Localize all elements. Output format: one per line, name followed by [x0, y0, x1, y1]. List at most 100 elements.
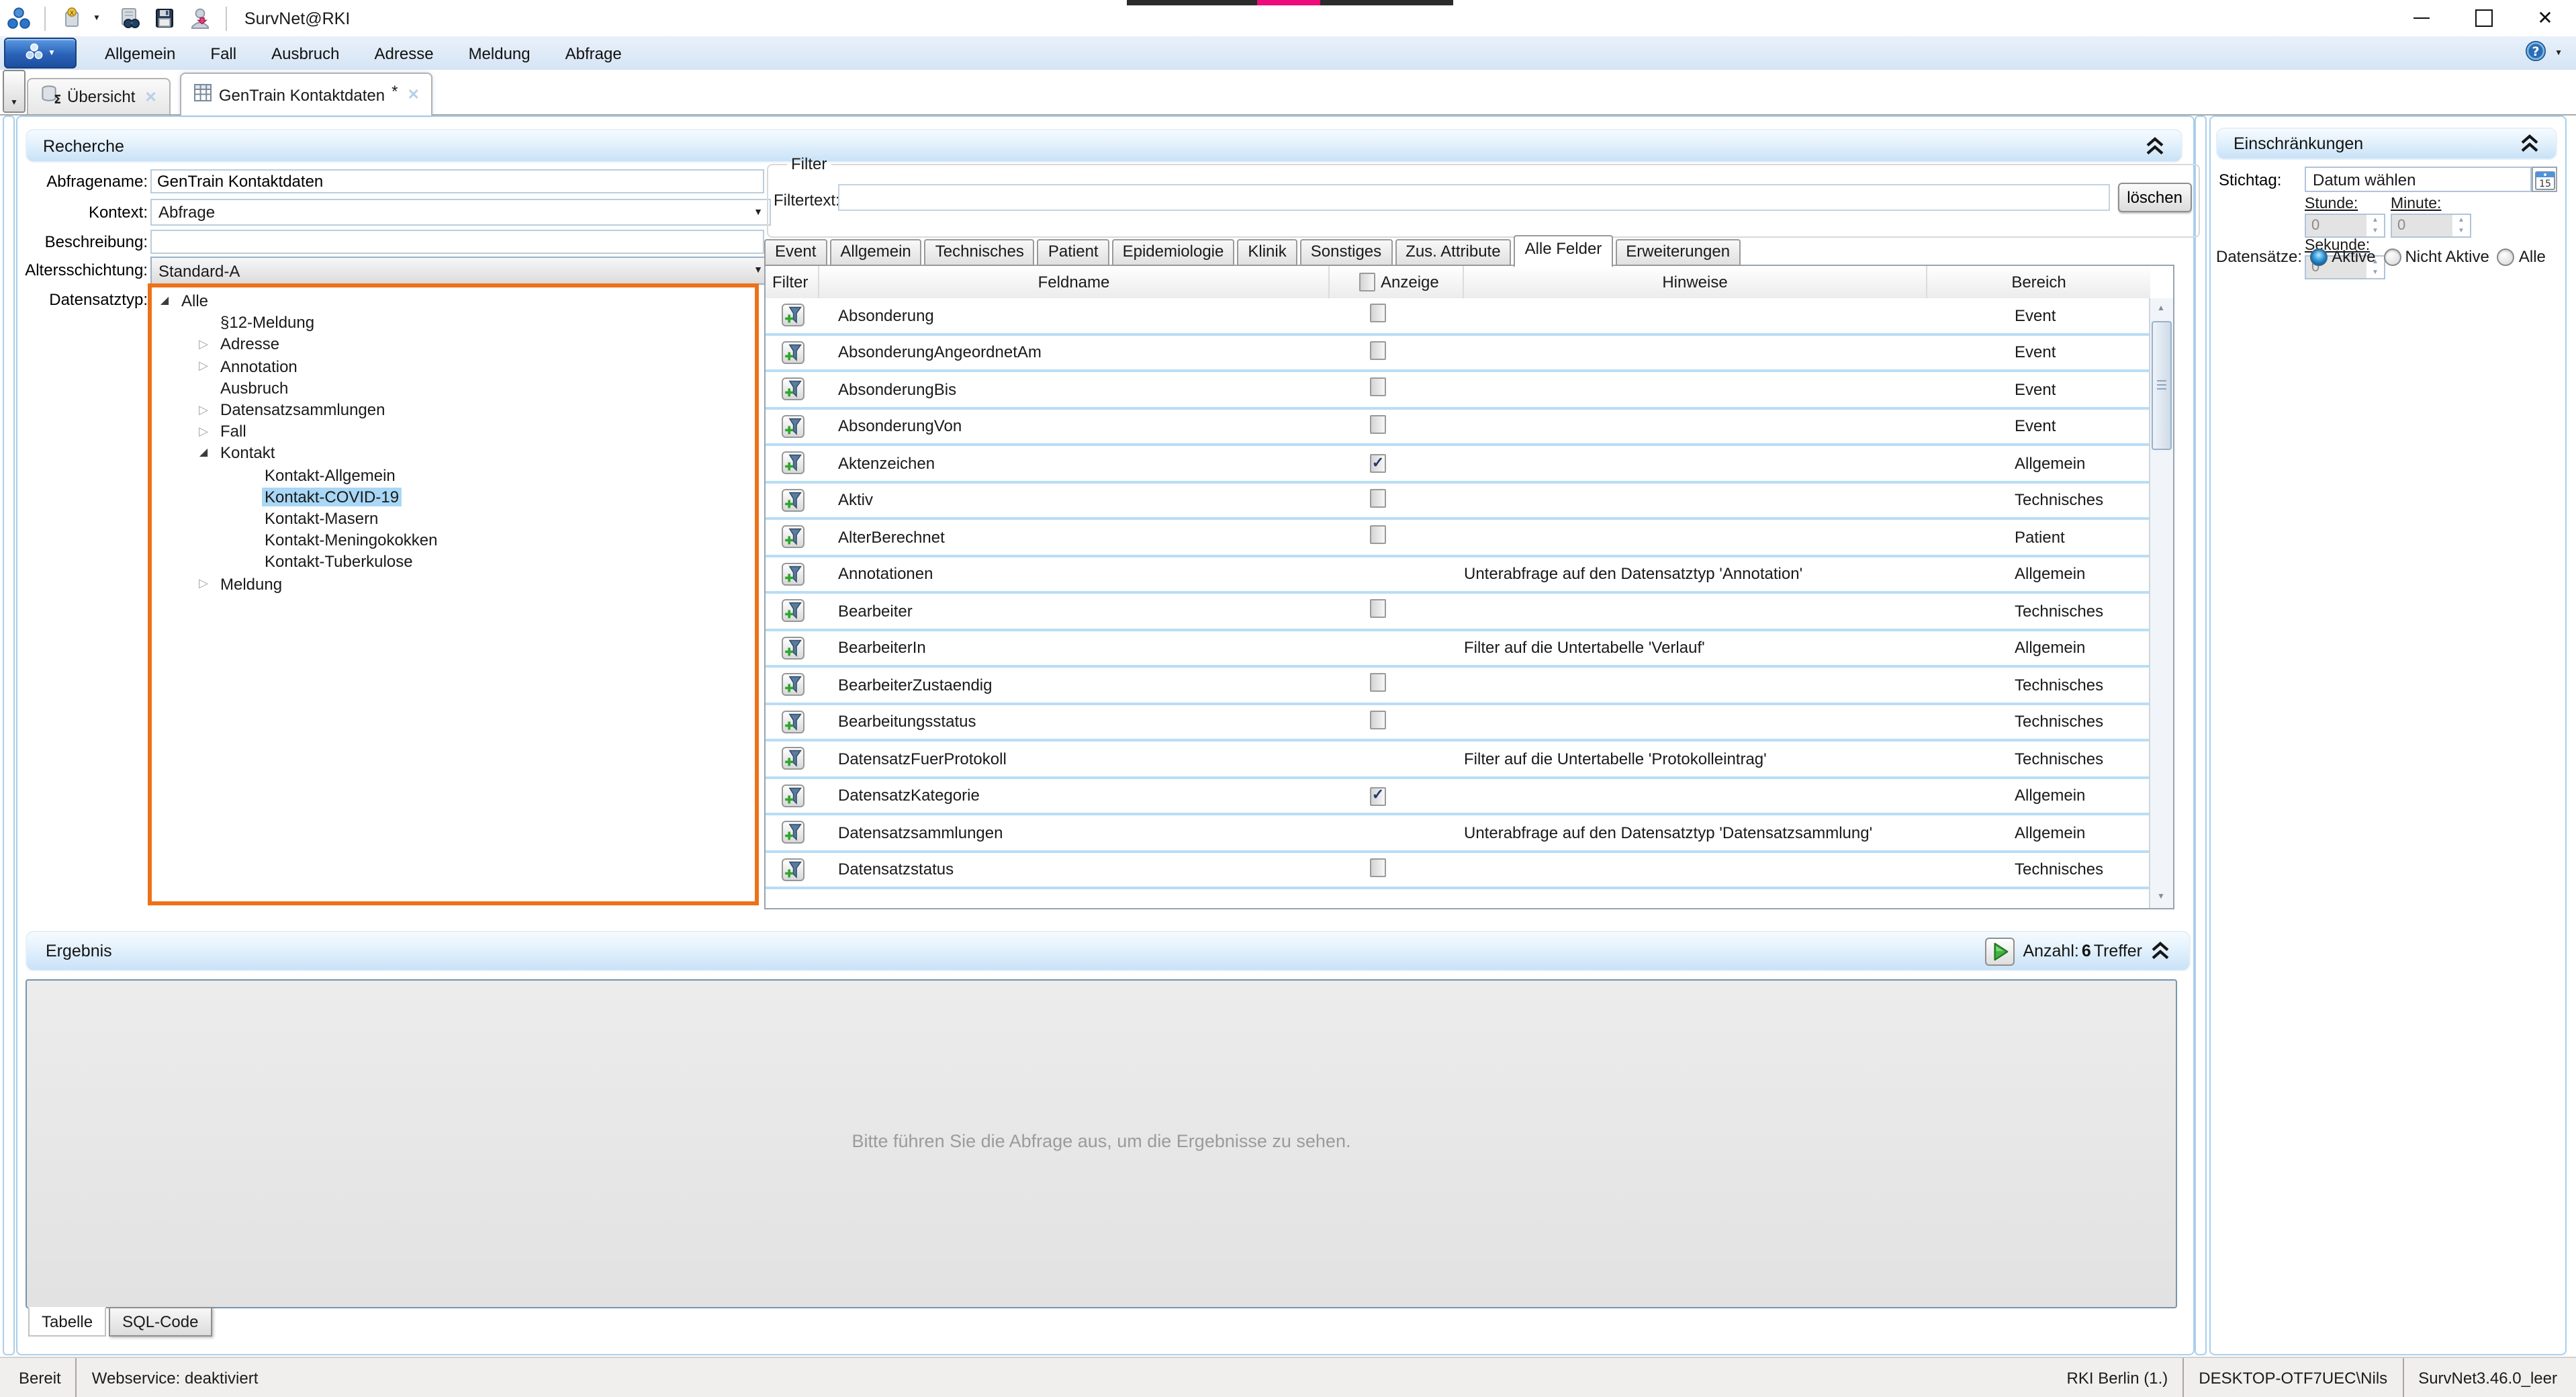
run-query-button[interactable] — [1985, 937, 2015, 965]
filter-add-button[interactable] — [781, 563, 804, 586]
kontext-select[interactable]: Abfrage ▼ — [150, 199, 771, 226]
tree-expander-collapsed-icon[interactable]: ▷ — [196, 404, 211, 416]
field-tab-alle-felder[interactable]: Alle Felder — [1514, 235, 1613, 267]
filter-add-button[interactable] — [781, 674, 804, 696]
close-button[interactable]: ✕ — [2514, 0, 2576, 36]
field-tab-epidemiologie[interactable]: Epidemiologie — [1112, 239, 1235, 266]
table-row-datensatzsammlungen[interactable]: DatensatzsammlungenUnterabfrage auf den … — [766, 815, 2150, 852]
package-icon[interactable]: x — [58, 5, 85, 32]
scrollbar-thumb[interactable] — [2152, 321, 2172, 450]
table-row-alterberechnet[interactable]: AlterBerechnetPatient — [766, 520, 2150, 557]
collapse-chevron-icon[interactable] — [2520, 134, 2540, 153]
stichtag-date-input[interactable]: Datum wählen — [2305, 167, 2532, 192]
tree-item-ausbruch[interactable]: Ausbruch — [152, 377, 755, 399]
help-icon[interactable]: ? — [2525, 40, 2546, 66]
spin-up-icon[interactable]: ▲ — [2452, 215, 2470, 226]
left-splitter-rail[interactable] — [3, 116, 15, 1355]
filter-clear-button[interactable]: löschen — [2117, 183, 2192, 212]
scroll-down-icon[interactable]: ▼ — [2152, 888, 2170, 907]
tree-item-kontakt-masern[interactable]: Kontakt-Masern — [152, 508, 755, 529]
filter-add-button[interactable] — [781, 304, 804, 327]
package-dropdown-caret[interactable]: ▼ — [93, 14, 101, 22]
filter-add-button[interactable] — [781, 600, 804, 623]
filter-add-button[interactable] — [781, 748, 804, 770]
tree-item-12-meldung[interactable]: §12-Meldung — [152, 312, 755, 333]
field-tab-technisches[interactable]: Technisches — [925, 239, 1035, 266]
menu-item-ausbruch[interactable]: Ausbruch — [254, 36, 357, 70]
anzeige-checkbox[interactable] — [1370, 304, 1386, 323]
table-row-absonderungbis[interactable]: AbsonderungBisEvent — [766, 372, 2150, 409]
tree-expander-collapsed-icon[interactable]: ▷ — [196, 339, 211, 351]
spin-down-icon[interactable]: ▼ — [2366, 267, 2384, 278]
minimize-button[interactable] — [2391, 0, 2452, 36]
tree-item-kontakt-allgemein[interactable]: Kontakt-Allgemein — [152, 464, 755, 486]
anzeige-checkbox[interactable] — [1370, 489, 1386, 508]
spin-down-icon[interactable]: ▼ — [2452, 226, 2470, 236]
anzeige-checkbox[interactable] — [1370, 786, 1386, 805]
table-row-bearbeiterzustaendig[interactable]: BearbeiterZustaendigTechnisches — [766, 668, 2150, 705]
tree-item-meldung[interactable]: ▷Meldung — [152, 573, 755, 594]
tree-item-adresse[interactable]: ▷Adresse — [152, 334, 755, 355]
filtertext-input[interactable] — [838, 184, 2110, 211]
tab-close-icon[interactable]: ✕ — [144, 88, 156, 105]
field-tab-allgemein[interactable]: Allgemein — [829, 239, 921, 266]
field-tab-sonstiges[interactable]: Sonstiges — [1300, 239, 1392, 266]
tree-item-datensatzsammlungen[interactable]: ▷Datensatzsammlungen — [152, 399, 755, 420]
anzeige-checkbox[interactable] — [1370, 674, 1386, 692]
filter-add-button[interactable] — [781, 415, 804, 438]
collapse-chevron-icon[interactable] — [2150, 942, 2170, 960]
beschreibung-input[interactable] — [150, 230, 764, 254]
table-row-absonderungvon[interactable]: AbsonderungVonEvent — [766, 409, 2150, 446]
column-header-anzeige[interactable]: Anzeige — [1330, 266, 1464, 298]
ergebnis-tab-tabelle[interactable]: Tabelle — [28, 1307, 106, 1337]
table-row-bearbeiterin[interactable]: BearbeiterInFilter auf die Untertabelle … — [766, 631, 2150, 668]
anzeige-checkbox[interactable] — [1370, 415, 1386, 434]
radio-alle[interactable] — [2497, 248, 2515, 265]
column-header-filter[interactable]: Filter — [766, 266, 819, 298]
table-row-aktiv[interactable]: AktivTechnisches — [766, 483, 2150, 520]
table-row-bearbeitungsstatus[interactable]: BearbeitungsstatusTechnisches — [766, 705, 2150, 741]
tree-item-alle[interactable]: ◢Alle — [152, 290, 755, 312]
anzeige-checkbox[interactable] — [1370, 341, 1386, 360]
document-tab-bersicht[interactable]: ΣÜbersicht✕ — [27, 78, 171, 114]
table-row-annotationen[interactable]: AnnotationenUnterabfrage auf den Datensa… — [766, 557, 2150, 594]
menu-item-adresse[interactable]: Adresse — [357, 36, 451, 70]
table-row-datensatzkategorie[interactable]: DatensatzKategorieAllgemein — [766, 778, 2150, 815]
field-tab-erweiterungen[interactable]: Erweiterungen — [1615, 239, 1741, 266]
anzeige-checkbox[interactable] — [1370, 526, 1386, 545]
tree-expander-collapsed-icon[interactable]: ▷ — [196, 360, 211, 372]
column-header-feldname[interactable]: Feldname — [819, 266, 1330, 298]
filter-add-button[interactable] — [781, 711, 804, 733]
tab-close-icon[interactable]: ✕ — [407, 86, 419, 103]
filter-add-button[interactable] — [781, 858, 804, 881]
tree-expander-collapsed-icon[interactable]: ▷ — [196, 578, 211, 590]
tree-expander-expanded-icon[interactable]: ◢ — [157, 296, 172, 306]
abfragename-input[interactable] — [150, 169, 764, 193]
anzeige-checkbox[interactable] — [1370, 711, 1386, 729]
application-menu-button[interactable]: ▼ — [4, 38, 77, 69]
save-icon[interactable] — [152, 5, 179, 32]
calendar-button[interactable]: 15 — [2532, 167, 2557, 192]
spin-up-icon[interactable]: ▲ — [2366, 215, 2384, 226]
filter-add-button[interactable] — [781, 784, 804, 807]
tree-item-kontakt[interactable]: ◢Kontakt — [152, 443, 755, 464]
radio-aktive[interactable] — [2310, 248, 2328, 265]
table-row-datensatzfuerprotokoll[interactable]: DatensatzFuerProtokollFilter auf die Unt… — [766, 741, 2150, 778]
search-server-icon[interactable] — [117, 5, 144, 32]
menu-item-meldung[interactable]: Meldung — [451, 36, 548, 70]
scroll-up-icon[interactable]: ▲ — [2152, 300, 2170, 318]
filter-add-button[interactable] — [781, 378, 804, 401]
tree-item-fall[interactable]: ▷Fall — [152, 420, 755, 442]
column-header-bereich[interactable]: Bereich — [1927, 266, 2150, 298]
field-tab-patient[interactable]: Patient — [1038, 239, 1109, 266]
document-tab-gentrain-kontaktdaten[interactable]: GenTrain Kontaktdaten*✕ — [180, 73, 433, 116]
field-tab-klinik[interactable]: Klinik — [1237, 239, 1297, 266]
filter-add-button[interactable] — [781, 341, 804, 364]
menu-item-abfrage[interactable]: Abfrage — [548, 36, 639, 70]
altersschichtung-select[interactable]: Standard-A ▼ — [150, 257, 771, 285]
field-tab-zus-attribute[interactable]: Zus. Attribute — [1395, 239, 1511, 266]
filter-add-button[interactable] — [781, 821, 804, 844]
radio-nicht-aktive[interactable] — [2383, 248, 2401, 265]
table-scrollbar[interactable]: ▲ ▼ — [2149, 298, 2173, 908]
filter-add-button[interactable] — [781, 526, 804, 549]
